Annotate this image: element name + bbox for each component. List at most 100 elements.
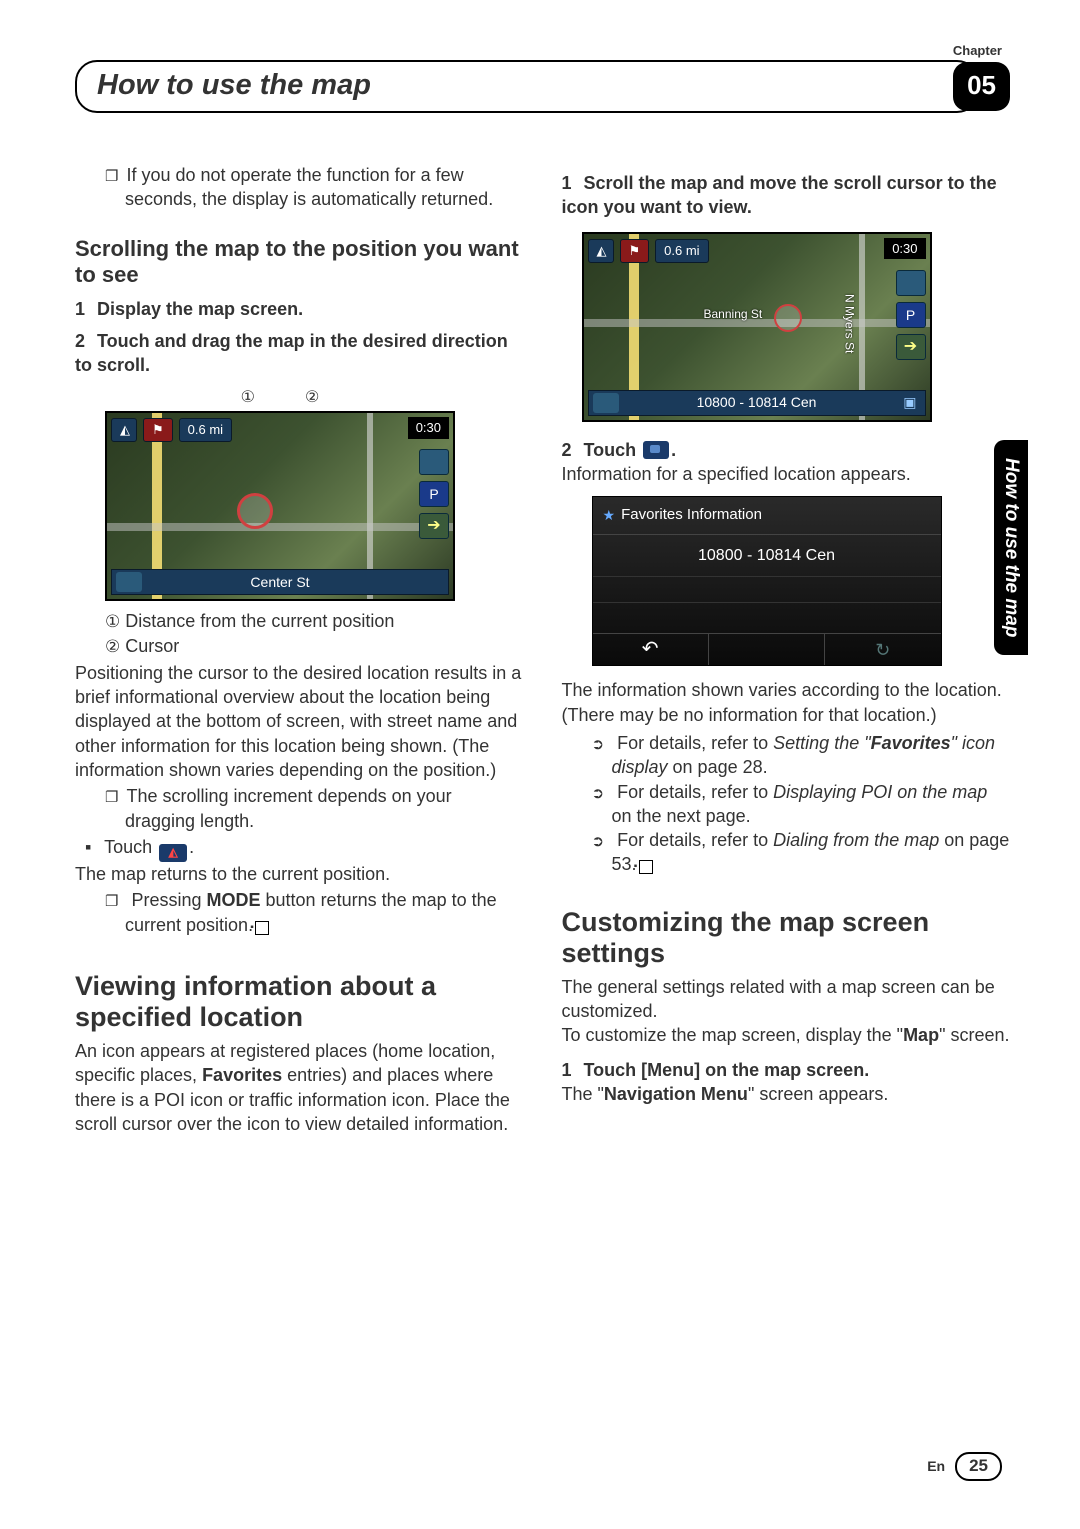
step2-pre: Touch [584,440,642,460]
ref1-bold: Favorites [871,733,951,753]
flag-icon: ⚑ [143,418,173,442]
time-chip: 0:30 [884,238,925,260]
legend-1-text: Distance from the current position [125,611,394,631]
step2-post: . [671,440,676,460]
viewing-bold: Favorites [202,1065,282,1085]
figure-map-scroll: ① ② ◭ ⚑ 0.6 mi 0:30 P ➔ [105,387,455,601]
step-2-text: Touch and drag the map in the desired di… [75,331,508,375]
note-mode-button: Pressing MODE button returns the map to … [105,888,524,937]
heading-customizing: Customizing the map screen settings [562,907,1011,969]
paragraph-custom-2: To customize the map screen, display the… [562,1023,1011,1047]
arrow-icon: ➔ [896,334,926,360]
cursor-ring-icon [774,304,802,332]
chapter-number-badge: 05 [953,62,1010,111]
end-mark-icon: ▪ [255,921,269,935]
custom2-post: " screen. [939,1025,1009,1045]
callout-1: ① [241,387,255,409]
note-mode-pre: Pressing [131,890,206,910]
touch-a-pre: Touch [104,837,157,857]
flag-icon: ⚑ [620,239,650,263]
navmenu-pre: The " [562,1084,604,1104]
page-footer: En 25 [927,1452,1002,1481]
right-column: 1Scroll the map and move the scroll curs… [562,163,1011,1136]
street-label-2: N Myers St [842,294,858,353]
paragraph-info-varies: The information shown varies according t… [562,678,1011,727]
footer-lang: En [927,1457,945,1476]
map-bottom-street: Center St [250,573,309,592]
ref3-pre: For details, refer to [617,830,773,850]
refresh-icon: ↻ [875,638,890,662]
heading-scrolling: Scrolling the map to the position you wa… [75,236,524,289]
legend-2-text: Cursor [125,636,179,656]
parking-icon: P [896,302,926,328]
step-1-touch-menu: 1Touch [Menu] on the map screen. [562,1058,1011,1082]
star-icon: ★ [603,506,616,525]
navmenu-bold: Navigation Menu [604,1084,748,1104]
ref3-it: Dialing from the map [773,830,939,850]
distance-chip: 0.6 mi [179,418,232,442]
note-mode-bold: MODE [207,890,261,910]
info-badge-icon: ▣ [903,393,916,412]
navmenu-post: " screen appears. [748,1084,888,1104]
note-auto-return: If you do not operate the function for a… [105,163,524,212]
favorites-title: Favorites Information [621,505,762,525]
compass-icon: ◭ [111,418,137,442]
favorites-address: 10800 - 10814 Cen [593,535,941,578]
map-mode-icon [593,393,619,413]
return-to-current: The map returns to the current position. [75,862,524,886]
touch-a-line: Touch ◭. [85,835,524,862]
ref-favorites-icon: For details, refer to Setting the "Favor… [592,731,1011,780]
parking-icon: P [419,481,449,507]
map-side-icon [419,449,449,475]
page-header: How to use the map 05 [75,60,1010,113]
map-mode-icon [116,572,142,592]
arrow-icon: ➔ [419,513,449,539]
footer-page-number: 25 [955,1452,1002,1481]
ref-displaying-poi: For details, refer to Displaying POI on … [592,780,1011,829]
paragraph-viewing-info: An icon appears at registered places (ho… [75,1039,524,1136]
current-position-icon: ◭ [159,844,187,862]
step-2-touch-drag: 2Touch and drag the map in the desired d… [75,329,524,378]
cursor-ring-icon [237,493,273,529]
step-1-scroll-to-icon: 1Scroll the map and move the scroll curs… [562,171,1011,220]
paragraph-custom-1: The general settings related with a map … [562,975,1011,1024]
ref1-post: on page 28. [668,757,768,777]
left-column: If you do not operate the function for a… [75,163,524,1136]
map-screenshot-1: ◭ ⚑ 0.6 mi 0:30 P ➔ Center St [105,411,455,601]
ref-dialing-from-map: For details, refer to Dialing from the m… [592,828,1011,877]
heading-viewing-info: Viewing information about a specified lo… [75,971,524,1033]
step-1-text: Display the map screen. [97,299,303,319]
custom2-pre: To customize the map screen, display the… [562,1025,904,1045]
map-side-icon [896,270,926,296]
nav-menu-appears: The "Navigation Menu" screen appears. [562,1082,1011,1106]
ref2-post: on the next page. [612,806,751,826]
paragraph-cursor-info: Positioning the cursor to the desired lo… [75,661,524,782]
ref2-pre: For details, refer to [617,782,773,802]
note-scroll-increment: The scrolling increment depends on your … [105,784,524,833]
ref1-it1: Setting the " [773,733,870,753]
map-bottom-address: 10800 - 10814 Cen [697,393,817,412]
distance-chip: 0.6 mi [655,239,708,263]
legend-2: ② Cursor [105,634,524,659]
custom2-bold: Map [903,1025,939,1045]
ref1-pre: For details, refer to [617,733,773,753]
figure-map-icon: ◭ ⚑ 0.6 mi 0:30 P ➔ Banning St N Myers S… [582,232,932,422]
page-title: How to use the map [75,60,979,113]
info-appears-text: Information for a specified location app… [562,462,1011,486]
favorites-info-screenshot: ★ Favorites Information 10800 - 10814 Ce… [592,496,942,666]
map-screenshot-2: ◭ ⚑ 0.6 mi 0:30 P ➔ Banning St N Myers S… [582,232,932,422]
info-icon [643,441,669,459]
side-tab: How to use the map [994,440,1028,655]
time-chip: 0:30 [408,417,449,439]
step-1-right-text: Scroll the map and move the scroll curso… [562,173,997,217]
chapter-label: Chapter [953,42,1002,60]
touch-a-post: . [189,837,194,857]
end-mark-icon: ▪ [639,860,653,874]
street-label-1: Banning St [704,306,763,322]
ref2-it: Displaying POI on the map [773,782,987,802]
legend-1: ① Distance from the current position [105,609,524,634]
step-2-touch-info: 2Touch . [562,438,1011,462]
callout-2: ② [305,387,319,409]
step-custom-text: Touch [Menu] on the map screen. [584,1060,870,1080]
step-1-display-map: 1Display the map screen. [75,297,524,321]
